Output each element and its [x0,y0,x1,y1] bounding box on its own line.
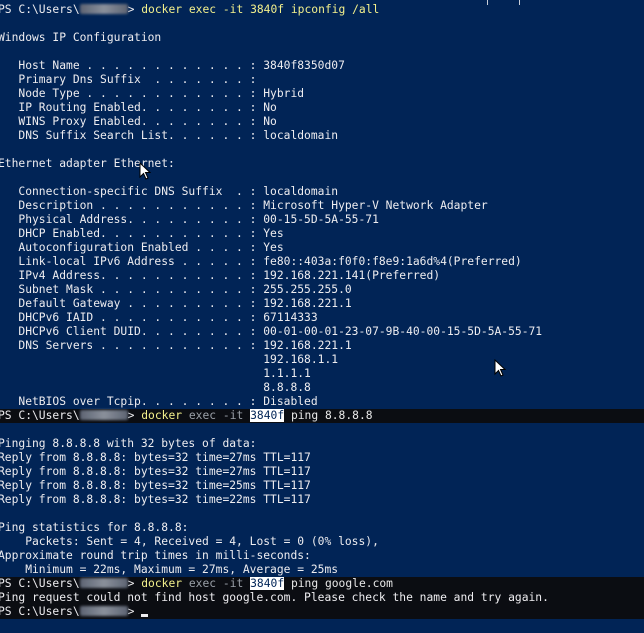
ping-reply: Reply from 8.8.8.8: bytes=32 time=27ms T… [0,451,311,464]
dns-server-3: 1.1.1.1 [0,367,311,380]
host-name-row: Host Name . . . . . . . . . . . . : 3840… [0,59,345,72]
redacted-username [79,606,128,616]
container-id: 3840f [250,409,285,422]
prompt-prefix: PS C:\Users\ [0,409,80,422]
primary-dns-row: Primary Dns Suffix . . . . . . . : [0,73,257,86]
command-exec: exec [188,577,217,590]
powershell-terminal[interactable]: PS C:\Users\ > docker exec -it 3840f ipco… [0,0,644,633]
command-flag: -it [222,577,244,590]
prompt-prefix: PS C:\Users\ [0,605,80,618]
physical-address-row: Physical Address. . . . . . . . . : 00-1… [0,213,379,226]
description-row: Description . . . . . . . . . . . : Micr… [0,199,488,212]
gateway-row: Default Gateway . . . . . . . . . : 192.… [0,297,352,310]
ping-minmax: Minimum = 22ms, Maximum = 27ms, Average … [0,563,339,576]
scroll-tick [519,0,520,5]
text-cursor [141,614,149,617]
ipv6-row: Link-local IPv6 Address . . . . . : fe80… [0,255,522,268]
current-prompt-line[interactable]: PS C:\Users\ > [0,605,644,619]
prompt-suffix: > [127,3,135,16]
ping-header: Pinging 8.8.8.8 with 32 bytes of data: [0,437,257,450]
dhcp-row: DHCP Enabled. . . . . . . . . . . : Yes [0,227,284,240]
redacted-username [79,4,128,14]
dns-server-2: 192.168.1.1 [0,353,339,366]
ping-reply: Reply from 8.8.8.8: bytes=32 time=25ms T… [0,479,311,492]
dhcpv6-iaid-row: DHCPv6 IAID . . . . . . . . . . . : 6711… [0,311,318,324]
autoconf-row: Autoconfiguration Enabled . . . . : Yes [0,241,284,254]
ping-approx: Approximate round trip times in milli-se… [0,549,311,562]
dhcpv6-duid-row: DHCPv6 Client DUID. . . . . . . . : 00-0… [0,325,543,338]
redacted-username [79,410,128,420]
conn-dns-row: Connection-specific DNS Suffix . : local… [0,185,339,198]
command-args: ping google.com [290,577,393,590]
prompt-suffix: > [127,577,135,590]
ipv4-row: IPv4 Address. . . . . . . . . . . : 192.… [0,269,441,282]
dns-search-row: DNS Suffix Search List. . . . . . : loca… [0,129,339,142]
prompt-prefix: PS C:\Users\ [0,577,80,590]
container-id: 3840f [250,577,285,590]
command-ipconfig: docker exec -it 3840f ipconfig /all [141,3,380,16]
dns-server-4: 8.8.8.8 [0,381,311,394]
prompt-suffix: > [127,409,135,422]
dns-servers-row: DNS Servers . . . . . . . . . . . : 192.… [0,339,352,352]
ping-stats-packets: Packets: Sent = 4, Received = 4, Lost = … [0,535,379,548]
command-args: ping 8.8.8.8 [290,409,373,422]
command-word: docker [141,409,183,422]
command-word: docker [141,577,183,590]
wins-proxy-row: WINS Proxy Enabled. . . . . . . . : No [0,115,277,128]
command-line-ping-ip: PS C:\Users\ > docker exec -it 3840f ping… [0,409,644,423]
ping-reply: Reply from 8.8.8.8: bytes=32 time=27ms T… [0,465,311,478]
scroll-tick [487,0,488,5]
command-exec: exec [188,409,217,422]
node-type-row: Node Type . . . . . . . . . . . . : Hybr… [0,87,305,100]
redacted-username [79,578,128,588]
command-line-ping-host: PS C:\Users\ > docker exec -it 3840f ping… [0,577,644,591]
prompt-suffix: > [127,605,135,618]
command-flag: -it [222,409,244,422]
subnet-row: Subnet Mask . . . . . . . . . . . : 255.… [0,283,352,296]
ipconfig-title: Windows IP Configuration [0,31,162,44]
ping-reply: Reply from 8.8.8.8: bytes=32 time=22ms T… [0,493,311,506]
ip-routing-row: IP Routing Enabled. . . . . . . . : No [0,101,277,114]
netbios-row: NetBIOS over Tcpip. . . . . . . . : Disa… [0,395,318,408]
ping-error: Ping request could not find host google.… [0,591,644,605]
command-line-ipconfig: PS C:\Users\ > docker exec -it 3840f ipco… [0,3,379,17]
ping-stats-title: Ping statistics for 8.8.8.8: [0,521,189,534]
prompt-prefix: PS C:\Users\ [0,3,80,16]
